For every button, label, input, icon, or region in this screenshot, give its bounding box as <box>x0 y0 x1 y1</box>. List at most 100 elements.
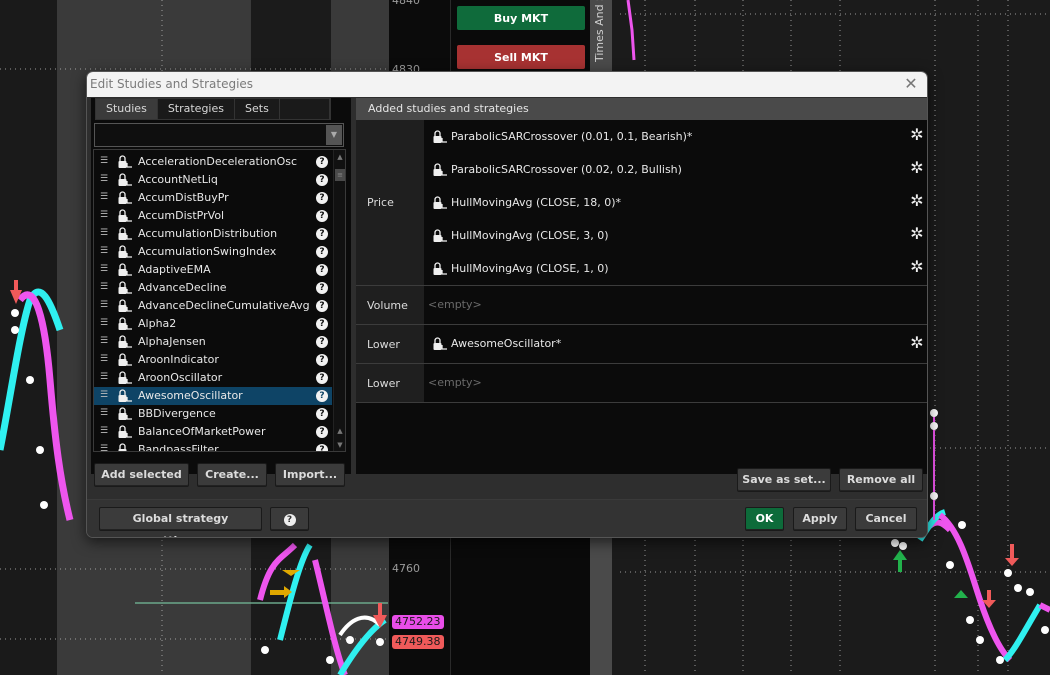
studies-list[interactable]: ☰ AccelerationDecelerationOsc? ☰ AccountNet… <box>93 149 346 452</box>
scroll-thumb[interactable]: ≡ <box>335 169 345 181</box>
add-selected-button[interactable]: Add selected <box>94 463 189 487</box>
drag-handle-icon[interactable]: ☰ <box>100 228 108 238</box>
empty-slot[interactable]: <empty> <box>424 286 927 324</box>
drag-handle-icon[interactable]: ☰ <box>100 264 108 274</box>
help-icon[interactable]: ? <box>316 444 328 451</box>
study-lock-icon <box>117 227 133 241</box>
study-list-item[interactable]: ☰ AroonIndicator? <box>94 351 332 369</box>
study-list-item[interactable]: ☰ AwesomeOscillator? <box>94 387 332 405</box>
gear-icon[interactable]: ✲ <box>909 226 925 242</box>
save-as-set-button[interactable]: Save as set... <box>737 468 831 492</box>
drag-handle-icon[interactable]: ☰ <box>100 336 108 346</box>
drag-handle-icon[interactable]: ☰ <box>100 318 108 328</box>
study-list-item[interactable]: ☰ BalanceOfMarketPower? <box>94 423 332 441</box>
study-list-item[interactable]: ☰ BandpassFilter? <box>94 441 332 451</box>
study-list-item[interactable]: ☰ AlphaJensen? <box>94 333 332 351</box>
tab-studies[interactable]: Studies <box>96 99 158 119</box>
help-icon[interactable]: ? <box>316 246 328 258</box>
drag-handle-icon[interactable]: ☰ <box>100 210 108 220</box>
help-button[interactable]: ? <box>270 507 309 531</box>
study-lock-icon <box>117 299 133 313</box>
empty-slot[interactable]: <empty> <box>424 364 927 402</box>
scroll-up-icon[interactable]: ▲ <box>335 152 345 162</box>
drag-handle-icon[interactable]: ☰ <box>100 372 108 382</box>
help-icon: ? <box>283 514 296 526</box>
added-study-item[interactable]: AwesomeOscillator* ✲ <box>424 325 927 363</box>
buy-arrow-icon <box>893 550 907 560</box>
drag-handle-icon[interactable]: ☰ <box>100 354 108 364</box>
section-label: Lower <box>356 364 424 402</box>
study-name: AlphaJensen <box>138 335 206 348</box>
gear-icon[interactable]: ✲ <box>909 160 925 176</box>
chevron-down-icon[interactable]: ▼ <box>326 125 342 145</box>
cancel-button[interactable]: Cancel <box>855 507 917 531</box>
tab-strategies[interactable]: Strategies <box>158 99 235 119</box>
study-search-input[interactable] <box>95 124 325 146</box>
studies-scrollbar[interactable]: ▲ ≡ ▲ ▼ <box>333 150 345 451</box>
drag-handle-icon[interactable]: ☰ <box>100 408 108 418</box>
create-button[interactable]: Create... <box>197 463 267 487</box>
drag-handle-icon[interactable]: ☰ <box>100 156 108 166</box>
added-study-item[interactable]: HullMovingAvg (CLOSE, 18, 0)* ✲ <box>424 186 927 219</box>
study-list-item[interactable]: ☰ AdvanceDeclineCumulativeAvg? <box>94 297 332 315</box>
remove-all-button[interactable]: Remove all <box>839 468 923 492</box>
study-list-item[interactable]: ☰ AccumulationDistribution? <box>94 225 332 243</box>
study-list-item[interactable]: ☰ AccumDistBuyPr? <box>94 189 332 207</box>
empty-placeholder: <empty> <box>428 376 482 389</box>
study-list-item[interactable]: ☰ AccelerationDecelerationOsc? <box>94 153 332 171</box>
drag-handle-icon[interactable]: ☰ <box>100 174 108 184</box>
added-study-item[interactable]: ParabolicSARCrossover (0.01, 0.1, Bearis… <box>424 120 927 153</box>
study-search-combo[interactable]: ▼ <box>94 123 344 147</box>
study-lock-icon <box>117 407 133 421</box>
help-icon[interactable]: ? <box>316 300 328 312</box>
help-icon[interactable]: ? <box>316 426 328 438</box>
study-list-item[interactable]: ☰ AccumDistPrVol? <box>94 207 332 225</box>
dialog-titlebar[interactable]: Edit Studies and Strategies ✕ <box>87 72 927 97</box>
added-study-item[interactable]: ParabolicSARCrossover (0.02, 0.2, Bullis… <box>424 153 927 186</box>
study-list-item[interactable]: ☰ AccountNetLiq? <box>94 171 332 189</box>
gear-icon[interactable]: ✲ <box>909 335 925 351</box>
study-list-item[interactable]: ☰ AccumulationSwingIndex? <box>94 243 332 261</box>
study-section-lower: Lower <empty> <box>356 364 927 403</box>
help-icon[interactable]: ? <box>316 282 328 294</box>
help-icon[interactable]: ? <box>316 192 328 204</box>
drag-handle-icon[interactable]: ☰ <box>100 390 108 400</box>
drag-handle-icon[interactable]: ☰ <box>100 246 108 256</box>
gear-icon[interactable]: ✲ <box>909 193 925 209</box>
drag-handle-icon[interactable]: ☰ <box>100 426 108 436</box>
sell-mkt-button[interactable]: Sell MKT <box>457 45 585 69</box>
help-icon[interactable]: ? <box>316 264 328 276</box>
buy-mkt-button[interactable]: Buy MKT <box>457 6 585 30</box>
tab-sets[interactable]: Sets <box>235 99 280 119</box>
added-study-item[interactable]: HullMovingAvg (CLOSE, 3, 0) ✲ <box>424 219 927 252</box>
help-icon[interactable]: ? <box>316 318 328 330</box>
drag-handle-icon[interactable]: ☰ <box>100 444 108 451</box>
import-button[interactable]: Import... <box>275 463 345 487</box>
gear-icon[interactable]: ✲ <box>909 127 925 143</box>
help-icon[interactable]: ? <box>316 156 328 168</box>
added-study-item[interactable]: HullMovingAvg (CLOSE, 1, 0) ✲ <box>424 252 927 285</box>
gear-icon[interactable]: ✲ <box>909 259 925 275</box>
help-icon[interactable]: ? <box>316 390 328 402</box>
help-icon[interactable]: ? <box>316 354 328 366</box>
drag-handle-icon[interactable]: ☰ <box>100 282 108 292</box>
study-list-item[interactable]: ☰ AroonOscillator? <box>94 369 332 387</box>
study-list-item[interactable]: ☰ AdaptiveEMA? <box>94 261 332 279</box>
help-icon[interactable]: ? <box>316 408 328 420</box>
apply-button[interactable]: Apply <box>793 507 847 531</box>
study-list-item[interactable]: ☰ BBDivergence? <box>94 405 332 423</box>
help-icon[interactable]: ? <box>316 174 328 186</box>
drag-handle-icon[interactable]: ☰ <box>100 192 108 202</box>
help-icon[interactable]: ? <box>316 228 328 240</box>
study-list-item[interactable]: ☰ Alpha2? <box>94 315 332 333</box>
global-strategy-settings-button[interactable]: Global strategy settings... <box>99 507 262 537</box>
ok-button[interactable]: OK <box>745 507 784 531</box>
study-list-item[interactable]: ☰ AdvanceDecline? <box>94 279 332 297</box>
close-icon[interactable]: ✕ <box>901 74 921 94</box>
help-icon[interactable]: ? <box>316 336 328 348</box>
help-icon[interactable]: ? <box>316 210 328 222</box>
drag-handle-icon[interactable]: ☰ <box>100 300 108 310</box>
scroll-down-icon[interactable]: ▼ <box>335 440 345 450</box>
scroll-up-icon[interactable]: ▲ <box>335 426 345 436</box>
help-icon[interactable]: ? <box>316 372 328 384</box>
